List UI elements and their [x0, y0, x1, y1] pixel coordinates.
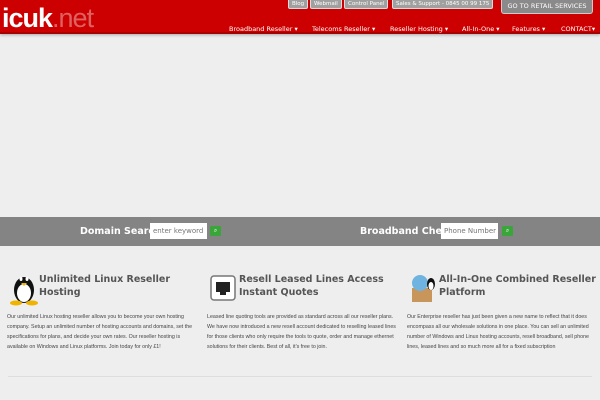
combined-platform-box-icon — [412, 275, 435, 302]
site-header: icuk.net Blog Webmail Control Panel Sale… — [0, 0, 600, 34]
domain-search-input[interactable] — [150, 223, 207, 239]
feature-text: Our unlimited Linux hosting reseller all… — [7, 314, 193, 350]
nav-all-in-one[interactable]: All-In-One ▾ — [462, 25, 500, 33]
nav-reseller-hosting[interactable]: Reseller Hosting ▾ — [390, 25, 448, 33]
search-bar: Domain Search ⌕ Broadband Check ⌕ — [0, 217, 600, 246]
search-icon: ⌕ — [505, 227, 510, 234]
feature-text: Leased line quoting tools are provided a… — [207, 314, 396, 350]
search-icon: ⌕ — [213, 227, 218, 234]
phone-number-input[interactable] — [441, 223, 498, 239]
blog-link[interactable]: Blog — [288, 0, 309, 9]
retail-services-button[interactable]: GO TO RETAIL SERVICES — [501, 0, 593, 14]
webmail-link[interactable]: Webmail — [310, 0, 342, 9]
ethernet-port-icon — [210, 275, 236, 301]
logo[interactable]: icuk.net — [2, 3, 94, 33]
nav-contact[interactable]: CONTACT▾ — [561, 25, 595, 33]
linux-penguin-icon — [10, 277, 38, 306]
nav-features[interactable]: Features ▾ — [512, 25, 545, 33]
control-panel-link[interactable]: Control Panel — [344, 0, 389, 9]
domain-search-label: Domain Search — [80, 226, 161, 237]
feature-text: Our Enterprise reseller has just been gi… — [407, 314, 589, 350]
broadband-check-button[interactable]: ⌕ — [502, 226, 513, 236]
feature-title[interactable]: Unlimited Linux Reseller Hosting — [39, 273, 199, 299]
broadband-check-label: Broadband Check — [360, 226, 454, 237]
feature-title[interactable]: All-In-One Combined Reseller Platform — [439, 273, 599, 299]
nav-broadband-reseller[interactable]: Broadband Reseller ▾ — [229, 25, 298, 33]
nav-telecoms-reseller[interactable]: Telecoms Reseller ▾ — [312, 25, 375, 33]
section-divider — [8, 376, 592, 377]
sales-support-link[interactable]: Sales & Support - 0845 00 99 175 — [392, 0, 494, 9]
feature-title[interactable]: Resell Leased Lines Access Instant Quote… — [239, 273, 399, 299]
domain-search-button[interactable]: ⌕ — [210, 226, 221, 236]
